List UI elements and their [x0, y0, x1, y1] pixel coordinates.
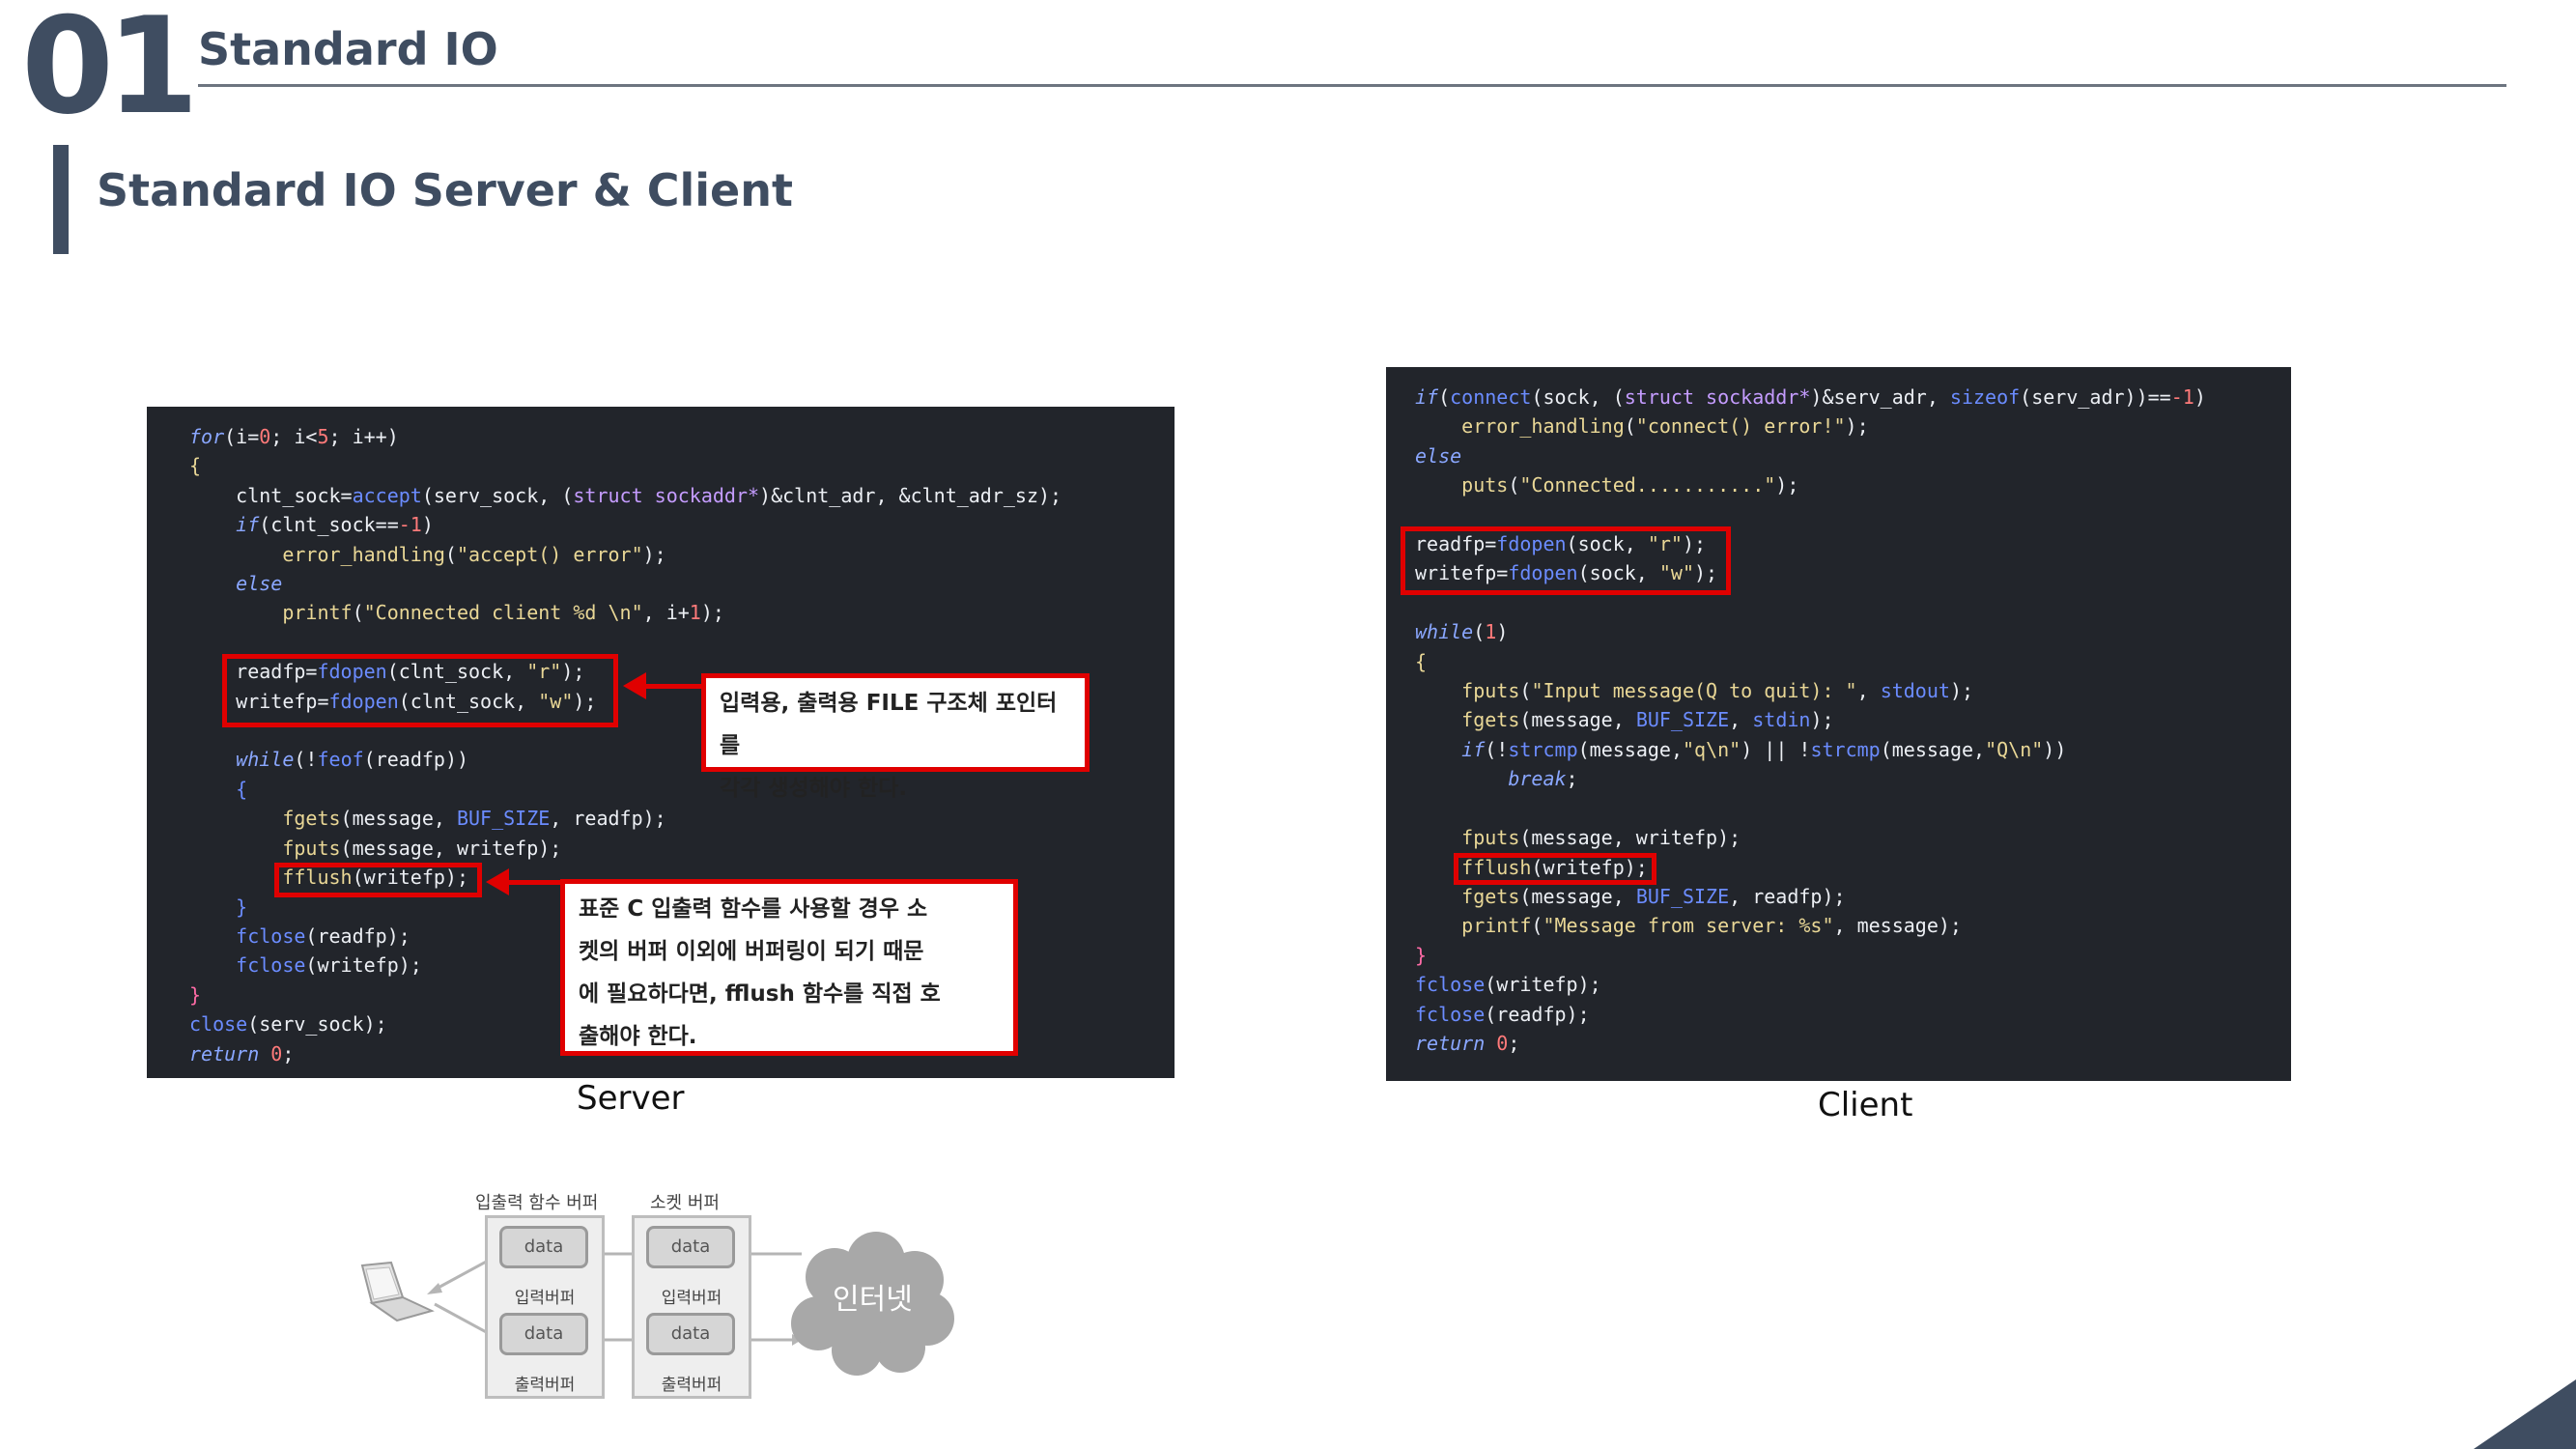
corner-decoration — [2474, 1379, 2576, 1449]
callout-line: 입력용, 출력용 FILE 구조체 포인터를 — [720, 691, 1058, 758]
callout-line: 표준 C 입출력 함수를 사용할 경우 소 — [579, 896, 928, 922]
server-caption: Server — [577, 1079, 685, 1118]
callout-line: 출해야 한다. — [579, 1024, 697, 1049]
client-fdopen-highlight-box — [1401, 526, 1731, 595]
io-input-data: data — [499, 1226, 588, 1268]
callout-line: 에 필요하다면, fflush 함수를 직접 호 — [579, 981, 941, 1007]
io-input-buffer-label: 입력버퍼 — [514, 1289, 576, 1308]
socket-input-buffer-label: 입력버퍼 — [661, 1289, 722, 1308]
callout-arrow-line — [508, 880, 566, 885]
callout-arrow-head — [486, 868, 509, 895]
socket-buffer-label: 소켓 버퍼 — [650, 1193, 720, 1213]
client-code-panel: if(connect(sock, (struct sockaddr*)&serv… — [1386, 367, 2291, 1081]
io-output-buffer-label: 출력버퍼 — [514, 1376, 576, 1395]
client-caption: Client — [1818, 1086, 1913, 1124]
callout-arrow-line — [645, 684, 703, 689]
io-output-data: data — [499, 1313, 588, 1355]
section-number: 01 — [21, 0, 199, 144]
header-divider — [198, 84, 2506, 87]
internet-label: 인터넷 — [833, 1283, 913, 1317]
fflush-highlight-box — [274, 863, 482, 897]
callout-line: 켓의 버퍼 이외에 버퍼링이 되기 때문 — [579, 939, 924, 964]
socket-output-data: data — [646, 1313, 735, 1355]
socket-input-data: data — [646, 1226, 735, 1268]
fflush-callout: 표준 C 입출력 함수를 사용할 경우 소 켓의 버퍼 이외에 버퍼링이 되기 … — [560, 879, 1018, 1056]
fdopen-highlight-box — [222, 654, 618, 727]
io-buffer-label: 입출력 함수 버퍼 — [475, 1193, 599, 1213]
subtitle-accent-bar — [53, 145, 69, 254]
io-function-buffer: data 입력버퍼 data 출력버퍼 — [485, 1215, 605, 1399]
client-fflush-highlight-box — [1454, 853, 1656, 885]
socket-buffer: data 입력버퍼 data 출력버퍼 — [632, 1215, 751, 1399]
socket-output-buffer-label: 출력버퍼 — [661, 1376, 722, 1395]
page-subtitle: Standard IO Server & Client — [97, 164, 793, 216]
fdopen-callout: 입력용, 출력용 FILE 구조체 포인터를 각각 생성해야 한다. — [701, 673, 1090, 801]
section-title: Standard IO — [198, 23, 498, 75]
client-code: if(connect(sock, (struct sockaddr*)&serv… — [1415, 385, 2206, 1055]
callout-arrow-head — [623, 672, 646, 699]
callout-line: 각각 생성해야 한다. — [720, 776, 908, 801]
